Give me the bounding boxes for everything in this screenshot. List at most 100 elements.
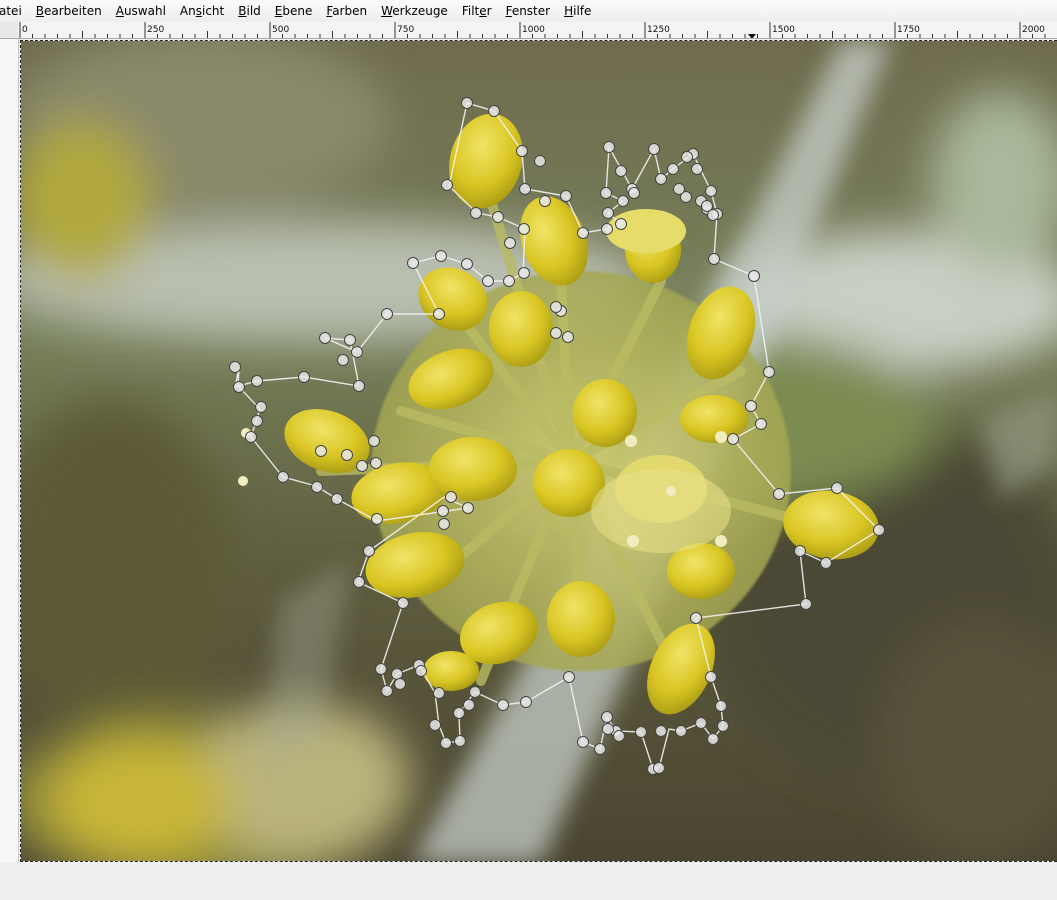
anchor-point[interactable] xyxy=(433,687,445,699)
anchor-point[interactable] xyxy=(820,557,832,569)
anchor-point[interactable] xyxy=(800,598,812,610)
anchor-point[interactable] xyxy=(667,163,679,175)
menu-ebene[interactable]: Ebene xyxy=(268,0,320,22)
anchor-point[interactable] xyxy=(363,545,375,557)
anchor-point[interactable] xyxy=(673,183,685,195)
anchor-point[interactable] xyxy=(229,361,241,373)
anchor-point[interactable] xyxy=(691,163,703,175)
anchor-point[interactable] xyxy=(429,719,441,731)
anchor-point[interactable] xyxy=(368,435,380,447)
anchor-point[interactable] xyxy=(577,227,589,239)
anchor-point[interactable] xyxy=(277,471,289,483)
anchor-point[interactable] xyxy=(353,380,365,392)
anchor-point[interactable] xyxy=(690,612,702,624)
anchor-point[interactable] xyxy=(701,200,713,212)
anchor-point[interactable] xyxy=(615,165,627,177)
anchor-point[interactable] xyxy=(331,493,343,505)
anchor-point[interactable] xyxy=(748,270,760,282)
anchor-point[interactable] xyxy=(433,308,445,320)
anchor-point[interactable] xyxy=(245,431,257,443)
image-canvas[interactable] xyxy=(20,40,1057,862)
anchor-point[interactable] xyxy=(550,301,562,313)
anchor-point[interactable] xyxy=(520,696,532,708)
anchor-point[interactable] xyxy=(601,223,613,235)
anchor-point[interactable] xyxy=(550,327,562,339)
anchor-point[interactable] xyxy=(763,366,775,378)
anchor-point[interactable] xyxy=(492,211,504,223)
anchor-point[interactable] xyxy=(518,267,530,279)
anchor-point[interactable] xyxy=(518,223,530,235)
menu-filter[interactable]: Filter xyxy=(455,0,499,22)
anchor-point[interactable] xyxy=(482,275,494,287)
anchor-point[interactable] xyxy=(707,733,719,745)
anchor-point[interactable] xyxy=(255,401,267,413)
anchor-point[interactable] xyxy=(381,308,393,320)
anchor-point[interactable] xyxy=(470,207,482,219)
horizontal-ruler[interactable]: 0 250 500 750 1000 1250 1500 1750 2000 xyxy=(18,22,1057,39)
anchor-point[interactable] xyxy=(319,332,331,344)
anchor-point[interactable] xyxy=(435,250,447,262)
anchor-point[interactable] xyxy=(539,195,551,207)
menu-atei[interactable]: atei xyxy=(0,0,29,22)
menu-hilfe[interactable]: Hilfe xyxy=(557,0,598,22)
anchor-point[interactable] xyxy=(560,190,572,202)
anchor-point[interactable] xyxy=(705,185,717,197)
anchor-point[interactable] xyxy=(635,726,647,738)
anchor-point[interactable] xyxy=(755,418,767,430)
anchor-point[interactable] xyxy=(497,699,509,711)
anchor-point[interactable] xyxy=(437,505,449,517)
anchor-point[interactable] xyxy=(415,665,427,677)
anchor-point[interactable] xyxy=(745,400,757,412)
anchor-point[interactable] xyxy=(503,275,515,287)
anchor-point[interactable] xyxy=(441,179,453,191)
anchor-point[interactable] xyxy=(873,524,885,536)
anchor-point[interactable] xyxy=(462,502,474,514)
anchor-point[interactable] xyxy=(504,237,516,249)
anchor-point[interactable] xyxy=(453,707,465,719)
anchor-point[interactable] xyxy=(705,671,717,683)
anchor-point[interactable] xyxy=(628,187,640,199)
menu-bild[interactable]: Bild xyxy=(231,0,268,22)
vertical-ruler[interactable] xyxy=(0,39,19,863)
anchor-point[interactable] xyxy=(727,433,739,445)
anchor-point[interactable] xyxy=(603,141,615,153)
anchor-point[interactable] xyxy=(344,334,356,346)
anchor-point[interactable] xyxy=(454,735,466,747)
anchor-point[interactable] xyxy=(794,545,806,557)
anchor-point[interactable] xyxy=(648,143,660,155)
anchor-point[interactable] xyxy=(602,723,614,735)
anchor-point[interactable] xyxy=(577,736,589,748)
anchor-point[interactable] xyxy=(613,730,625,742)
anchor-point[interactable] xyxy=(653,762,665,774)
anchor-point[interactable] xyxy=(440,737,452,749)
anchor-point[interactable] xyxy=(391,668,403,680)
anchor-point[interactable] xyxy=(381,685,393,697)
menu-werkzeuge[interactable]: Werkzeuge xyxy=(374,0,455,22)
anchor-point[interactable] xyxy=(251,375,263,387)
anchor-point[interactable] xyxy=(488,105,500,117)
menu-bearbeiten[interactable]: Bearbeiten xyxy=(29,0,109,22)
menu-auswahl[interactable]: Auswahl xyxy=(109,0,173,22)
anchor-point[interactable] xyxy=(394,678,406,690)
anchor-point[interactable] xyxy=(773,488,785,500)
anchor-point[interactable] xyxy=(463,699,475,711)
anchor-point[interactable] xyxy=(356,460,368,472)
anchor-point[interactable] xyxy=(371,513,383,525)
anchor-point[interactable] xyxy=(337,354,349,366)
menu-fenster[interactable]: Fenster xyxy=(499,0,558,22)
anchor-point[interactable] xyxy=(695,717,707,729)
anchor-point[interactable] xyxy=(469,686,481,698)
anchor-point[interactable] xyxy=(461,97,473,109)
anchor-point[interactable] xyxy=(251,415,263,427)
anchor-point[interactable] xyxy=(534,155,546,167)
anchor-point[interactable] xyxy=(461,258,473,270)
menu-ansicht[interactable]: Ansicht xyxy=(173,0,231,22)
anchor-point[interactable] xyxy=(341,449,353,461)
anchor-point[interactable] xyxy=(353,576,365,588)
anchor-point[interactable] xyxy=(655,725,667,737)
anchor-point[interactable] xyxy=(375,663,387,675)
anchor-point[interactable] xyxy=(445,491,457,503)
anchor-point[interactable] xyxy=(519,183,531,195)
anchor-point[interactable] xyxy=(397,597,409,609)
anchor-point[interactable] xyxy=(516,145,528,157)
